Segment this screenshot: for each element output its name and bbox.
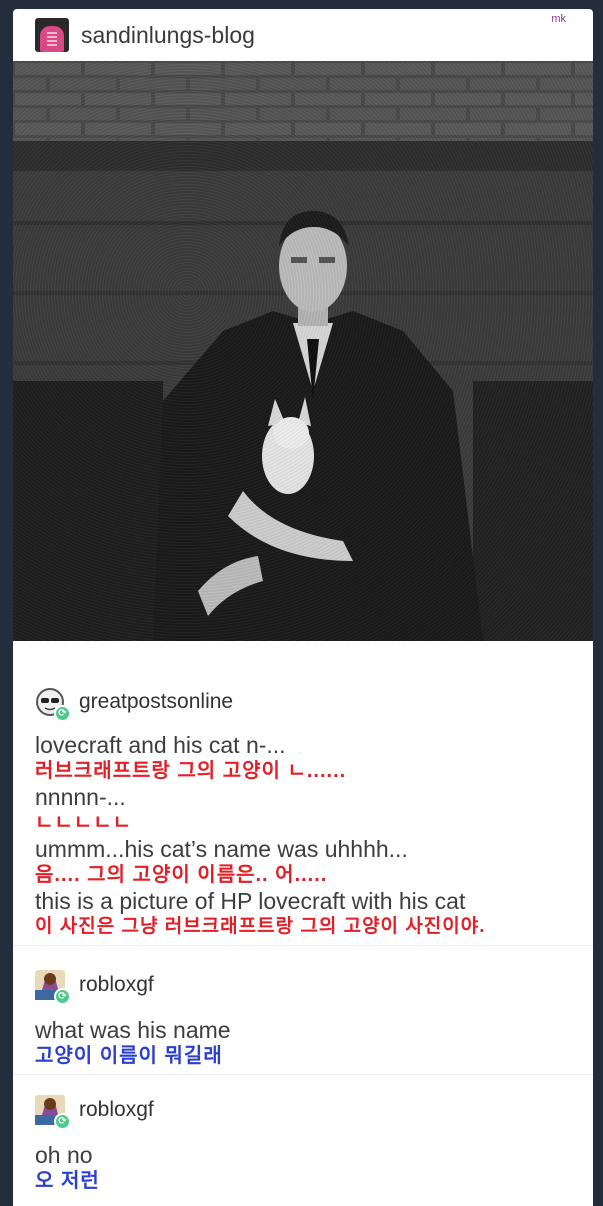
reblog-text-ko: 이 사진은 그냥 러브크래프트랑 그의 고양이 사진이야.: [35, 916, 486, 937]
post-header: sandinlungs-blog mk: [13, 9, 593, 61]
reblog-header: ⟳ robloxgf: [35, 1089, 571, 1131]
reblog-text-ko: 러브크래프트랑 그의 고양이 ㄴ......: [35, 760, 347, 782]
reblog-text-en: ummm...his cat’s name was uhhhh...: [35, 836, 408, 862]
reblog-username[interactable]: robloxgf: [79, 973, 154, 997]
tumblr-post-card: sandinlungs-blog mk ⟳ greatpostsonline l…: [13, 9, 593, 1206]
user-avatar[interactable]: ⟳: [35, 970, 71, 1005]
user-avatar[interactable]: ⟳: [35, 1095, 71, 1130]
reblog-icon: ⟳: [54, 705, 71, 722]
blog-name[interactable]: sandinlungs-blog: [81, 22, 255, 49]
reblog-text-en: lovecraft and his cat n-...: [35, 732, 286, 758]
reblog-text-en: nnnnn-...: [35, 784, 126, 810]
reblog-text-ko: ㄴㄴㄴㄴㄴ: [35, 812, 132, 834]
reblog-text-en: oh no: [35, 1142, 93, 1168]
reblog-header: ⟳ greatpostsonline: [35, 681, 571, 723]
reblog-icon: ⟳: [54, 988, 71, 1005]
watermark: mk: [551, 13, 566, 25]
reblog-thread: ⟳ greatpostsonline lovecraft and his cat…: [13, 641, 593, 1193]
reblog-text-ko: 음.... 그의 고양이 이름은.. 어.....: [35, 864, 328, 886]
reblog-text-ko: 오 저런: [35, 1170, 100, 1192]
reblog-header: ⟳ robloxgf: [35, 964, 571, 1006]
reblog-text-en: this is a picture of HP lovecraft with h…: [35, 888, 466, 914]
reblog-text-en: what was his name: [35, 1017, 231, 1043]
blog-avatar[interactable]: [35, 18, 69, 52]
lovecraft-cat-photo: [13, 61, 593, 641]
post-photo: [13, 61, 593, 641]
reblog-username[interactable]: robloxgf: [79, 1098, 154, 1122]
reblog-icon: ⟳: [54, 1113, 71, 1130]
reblog-username[interactable]: greatpostsonline: [79, 690, 233, 714]
reblog-text-ko: 고양이 이름이 뭐길래: [35, 1045, 223, 1067]
user-avatar[interactable]: ⟳: [35, 687, 71, 722]
